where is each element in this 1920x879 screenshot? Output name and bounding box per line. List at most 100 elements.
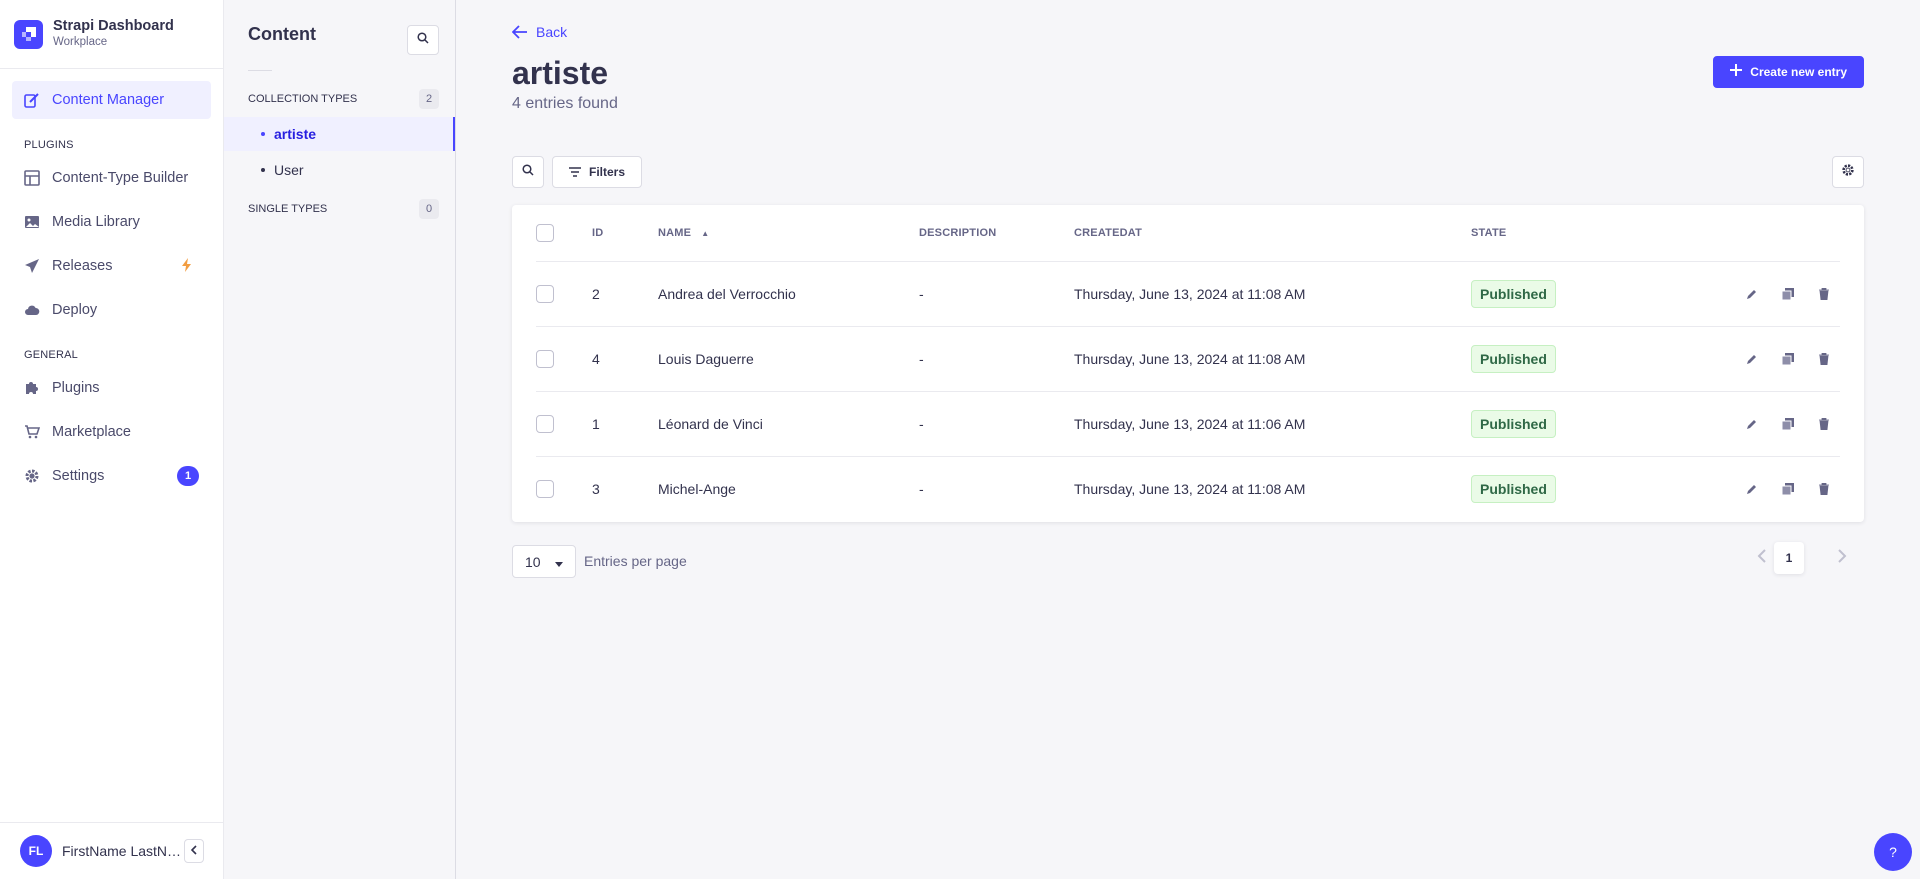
- view-settings-button[interactable]: [1832, 156, 1864, 188]
- pencil-icon[interactable]: [1744, 286, 1760, 302]
- pencil-icon[interactable]: [1744, 416, 1760, 432]
- pencil-icon[interactable]: [1744, 351, 1760, 367]
- next-page-button[interactable]: [1832, 548, 1852, 568]
- duplicate-icon[interactable]: [1780, 286, 1796, 302]
- table-row[interactable]: 3 Michel-Ange - Thursday, June 13, 2024 …: [536, 456, 1840, 521]
- subnav-item-label: User: [274, 162, 304, 178]
- search-icon: [417, 31, 429, 49]
- column-label: NAME: [658, 226, 692, 239]
- create-new-entry-button[interactable]: Create new entry: [1713, 56, 1864, 88]
- collapse-nav-button[interactable]: [184, 839, 204, 863]
- cell-createdat: Thursday, June 13, 2024 at 11:08 AM: [1074, 261, 1471, 327]
- puzzle-icon: [24, 380, 40, 396]
- divider: [248, 70, 272, 71]
- page-size-label: Entries per page: [584, 553, 687, 569]
- column-header-description[interactable]: DESCRIPTION: [919, 205, 1074, 262]
- duplicate-icon[interactable]: [1780, 416, 1796, 432]
- cell-name: Michel-Ange: [658, 480, 736, 497]
- collection-types-section[interactable]: COLLECTION TYPES 2: [224, 87, 455, 111]
- back-label: Back: [536, 24, 568, 40]
- column-header-actions: [1671, 205, 1840, 262]
- brand-header: Strapi Dashboard Workplace: [0, 0, 223, 69]
- feather-icon: [24, 92, 40, 108]
- nav-item-label: Content-Type Builder: [52, 170, 189, 186]
- subnav-item-artiste[interactable]: artiste: [224, 117, 455, 151]
- settings-notification-badge: 1: [177, 466, 199, 486]
- nav-item-content-type-builder[interactable]: Content-Type Builder: [12, 159, 211, 197]
- main-navigation: Strapi Dashboard Workplace Content Manag…: [0, 0, 224, 879]
- filters-button[interactable]: Filters: [552, 156, 643, 188]
- subnav-search-button[interactable]: [407, 25, 439, 55]
- back-link[interactable]: Back: [512, 24, 567, 40]
- collection-types-count: 2: [419, 89, 439, 109]
- chevron-left-icon: [190, 844, 198, 858]
- status-badge: Published: [1471, 344, 1556, 373]
- nav-item-content-manager[interactable]: Content Manager: [12, 81, 211, 119]
- trash-icon[interactable]: [1816, 351, 1832, 367]
- nav-item-label: Releases: [52, 258, 113, 274]
- nav-item-label: Plugins: [52, 380, 100, 396]
- table-header-row: ID NAME ▲ DESCRIPTION CREATEDAT STATE: [536, 205, 1840, 262]
- trash-icon[interactable]: [1816, 416, 1832, 432]
- nav-item-settings[interactable]: Settings 1: [12, 457, 211, 495]
- single-types-label: SINGLE TYPES: [248, 203, 328, 215]
- filters-label: Filters: [589, 165, 626, 179]
- brand-title: Strapi Dashboard: [53, 18, 174, 34]
- chevron-left-icon: [1757, 548, 1767, 568]
- cell-id: 3: [592, 480, 600, 497]
- help-button[interactable]: ?: [1874, 833, 1912, 871]
- search-button[interactable]: [512, 156, 544, 188]
- page-size-select[interactable]: 10: [512, 545, 576, 578]
- nav-item-plugins[interactable]: Plugins: [12, 369, 211, 407]
- trash-icon[interactable]: [1816, 481, 1832, 497]
- cell-createdat: Thursday, June 13, 2024 at 11:06 AM: [1074, 391, 1471, 457]
- table-row[interactable]: 1 Léonard de Vinci - Thursday, June 13, …: [536, 391, 1840, 457]
- cell-description: -: [919, 480, 924, 497]
- plus-icon: [1730, 63, 1743, 81]
- select-all-cell: [536, 205, 592, 262]
- duplicate-icon[interactable]: [1780, 351, 1796, 367]
- subnav-title: Content: [248, 24, 316, 44]
- pencil-icon[interactable]: [1744, 481, 1760, 497]
- cell-createdat: Thursday, June 13, 2024 at 11:08 AM: [1074, 480, 1306, 497]
- status-badge: Published: [1471, 474, 1556, 503]
- row-checkbox[interactable]: [536, 349, 554, 368]
- nav-item-label: Settings: [52, 468, 105, 484]
- brand-subtitle: Workplace: [53, 36, 108, 48]
- cart-icon: [24, 424, 40, 440]
- column-header-createdat[interactable]: CREATEDAT: [1074, 205, 1471, 262]
- avatar: FL: [20, 835, 52, 867]
- table-row[interactable]: 4 Louis Daguerre - Thursday, June 13, 20…: [536, 326, 1840, 392]
- nav-item-releases[interactable]: Releases: [12, 247, 211, 285]
- user-name: FirstName LastName: [62, 843, 182, 859]
- row-checkbox[interactable]: [536, 284, 554, 303]
- column-header-id[interactable]: ID: [592, 205, 658, 262]
- table-row[interactable]: 2 Andrea del Verrocchio - Thursday, June…: [536, 261, 1840, 327]
- cell-description: -: [919, 326, 1074, 392]
- column-header-state[interactable]: STATE: [1471, 205, 1671, 262]
- row-checkbox[interactable]: [536, 479, 554, 498]
- page-number-button[interactable]: 1: [1774, 542, 1804, 574]
- column-header-name[interactable]: NAME ▲: [658, 205, 919, 262]
- duplicate-icon[interactable]: [1780, 481, 1796, 497]
- nav-item-label: Media Library: [52, 214, 140, 230]
- user-profile-bar[interactable]: FL FirstName LastName: [0, 822, 224, 879]
- cell-id: 4: [592, 326, 658, 392]
- nav-section-general: GENERAL: [24, 349, 78, 361]
- row-checkbox[interactable]: [536, 414, 554, 433]
- nav-item-label: Marketplace: [52, 424, 131, 440]
- bolt-icon: [181, 257, 193, 275]
- single-types-count: 0: [419, 199, 439, 219]
- subnav-item-user[interactable]: User: [224, 153, 455, 187]
- chevron-right-icon: [1837, 548, 1847, 568]
- nav-item-deploy[interactable]: Deploy: [12, 291, 211, 329]
- nav-item-marketplace[interactable]: Marketplace: [12, 413, 211, 451]
- single-types-section[interactable]: SINGLE TYPES 0: [224, 197, 455, 221]
- previous-page-button[interactable]: [1752, 548, 1772, 568]
- create-button-label: Create new entry: [1750, 65, 1847, 79]
- page-size-value: 10: [525, 553, 541, 570]
- nav-item-media-library[interactable]: Media Library: [12, 203, 211, 241]
- collection-types-label: COLLECTION TYPES: [248, 93, 358, 105]
- select-all-checkbox[interactable]: [536, 223, 554, 242]
- trash-icon[interactable]: [1816, 286, 1832, 302]
